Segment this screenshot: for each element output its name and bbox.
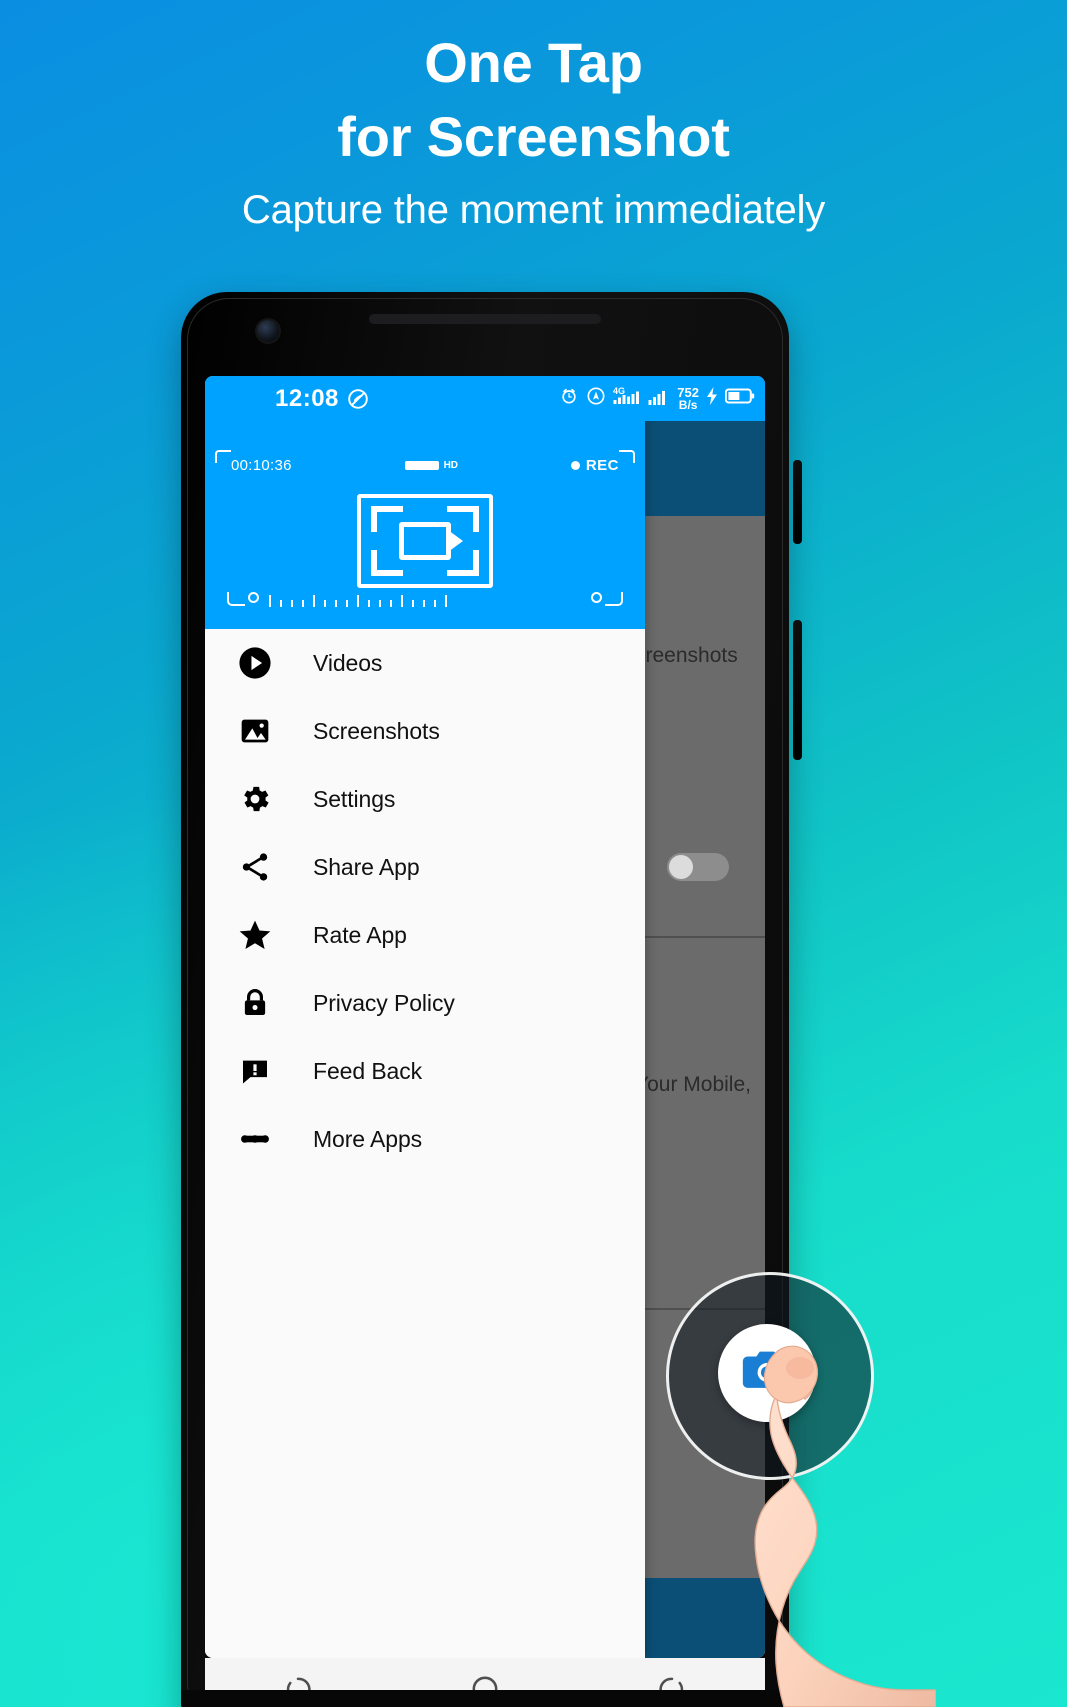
menu-item-label: Share App bbox=[313, 853, 420, 880]
menu-item-label: Rate App bbox=[313, 921, 407, 948]
earpiece-speaker bbox=[369, 314, 601, 324]
bracket-bottom-left-icon bbox=[227, 592, 263, 606]
recording-timer-text: 00:10:36 bbox=[231, 456, 292, 474]
ruler-ticks bbox=[269, 591, 581, 607]
quality-indicator: HD bbox=[404, 459, 459, 471]
bracket-top-left-icon bbox=[215, 449, 231, 463]
share-icon bbox=[229, 841, 281, 893]
menu-item-label: Privacy Policy bbox=[313, 989, 455, 1016]
menu-item-label: More Apps bbox=[313, 1125, 423, 1152]
frame-corner-tr bbox=[447, 506, 479, 532]
menu-item-rate-app[interactable]: Rate App bbox=[205, 901, 645, 969]
menu-item-screenshots[interactable]: Screenshots bbox=[205, 697, 645, 765]
svg-text:4G: 4G bbox=[613, 386, 625, 396]
menu-item-label: Screenshots bbox=[313, 717, 440, 744]
capture-screenshot-button[interactable] bbox=[718, 1324, 816, 1422]
background-row-1-label: creenshots bbox=[635, 644, 738, 667]
rec-indicator: REC bbox=[570, 449, 635, 474]
camera-icon bbox=[738, 1342, 796, 1405]
no-screenshot-icon bbox=[347, 388, 369, 410]
background-toggle[interactable] bbox=[667, 853, 729, 881]
signal-bars-icon bbox=[648, 386, 670, 411]
menu-item-feed-back[interactable]: Feed Back bbox=[205, 1037, 645, 1105]
star-icon bbox=[229, 909, 281, 961]
battery-icon bbox=[724, 387, 755, 410]
menu-item-more-apps[interactable]: More Apps bbox=[205, 1105, 645, 1173]
phone-chin bbox=[181, 1690, 789, 1707]
headline-line-2: for Screenshot bbox=[337, 104, 730, 168]
rec-label: REC bbox=[585, 456, 619, 474]
menu-item-label: Settings bbox=[313, 785, 396, 812]
frame-corner-br bbox=[447, 550, 479, 576]
promo-banner: One Tap for Screenshot Capture the momen… bbox=[0, 0, 1067, 1707]
network-speed: 752 B/s bbox=[677, 386, 699, 411]
phone-screen: creenshots Your Mobile, 00:10:36 HD REC … bbox=[205, 376, 765, 1658]
record-dot-icon bbox=[570, 460, 580, 470]
feedback-icon bbox=[229, 1045, 281, 1097]
menu-item-label: Videos bbox=[313, 649, 383, 676]
background-row-2-label: Your Mobile, bbox=[635, 1073, 751, 1096]
front-camera-lens bbox=[257, 320, 279, 342]
menu-item-privacy-policy[interactable]: Privacy Policy bbox=[205, 969, 645, 1037]
charging-bolt-icon bbox=[706, 386, 718, 411]
lock-icon bbox=[229, 977, 281, 1029]
phone-mockup: creenshots Your Mobile, 00:10:36 HD REC … bbox=[181, 292, 789, 1707]
bracket-top-right-icon bbox=[618, 449, 635, 463]
menu-item-label: Feed Back bbox=[313, 1057, 423, 1084]
menu-item-share-app[interactable]: Share App bbox=[205, 833, 645, 901]
location-icon bbox=[586, 386, 606, 411]
recorder-status-row: 00:10:36 HD REC bbox=[215, 449, 635, 476]
ruler-decoration bbox=[227, 589, 623, 609]
gear-icon bbox=[229, 773, 281, 825]
alarm-icon bbox=[559, 386, 579, 411]
play-circle-icon bbox=[229, 637, 281, 689]
network-speed-unit: B/s bbox=[678, 398, 698, 412]
bracket-bottom-right-icon bbox=[587, 592, 623, 606]
phone-volume-button[interactable] bbox=[793, 460, 802, 544]
menu-item-videos[interactable]: Videos bbox=[205, 629, 645, 697]
drawer-menu: Videos Screenshots Settings Share App Ra… bbox=[205, 629, 645, 1658]
more-horizontal-icon bbox=[229, 1113, 281, 1165]
status-time: 12:08 bbox=[275, 384, 339, 412]
quality-label: HD bbox=[443, 459, 459, 471]
status-bar-right: 4G 752 B/s bbox=[562, 376, 765, 421]
quality-bar-icon bbox=[404, 460, 439, 470]
video-camera-frame-icon bbox=[357, 494, 493, 588]
recording-timer: 00:10:36 bbox=[215, 449, 292, 474]
phone-power-button[interactable] bbox=[793, 620, 802, 760]
signal-bars-icon: 4G bbox=[613, 385, 641, 412]
headline: One Tap for Screenshot bbox=[0, 26, 1067, 174]
image-icon bbox=[229, 705, 281, 757]
menu-item-settings[interactable]: Settings bbox=[205, 765, 645, 833]
navigation-drawer: 00:10:36 HD REC Videos Screenshots Setti… bbox=[205, 376, 645, 1658]
video-camera-icon bbox=[399, 522, 451, 560]
subheadline: Capture the moment immediately bbox=[241, 188, 826, 232]
headline-line-1: One Tap bbox=[424, 31, 643, 94]
